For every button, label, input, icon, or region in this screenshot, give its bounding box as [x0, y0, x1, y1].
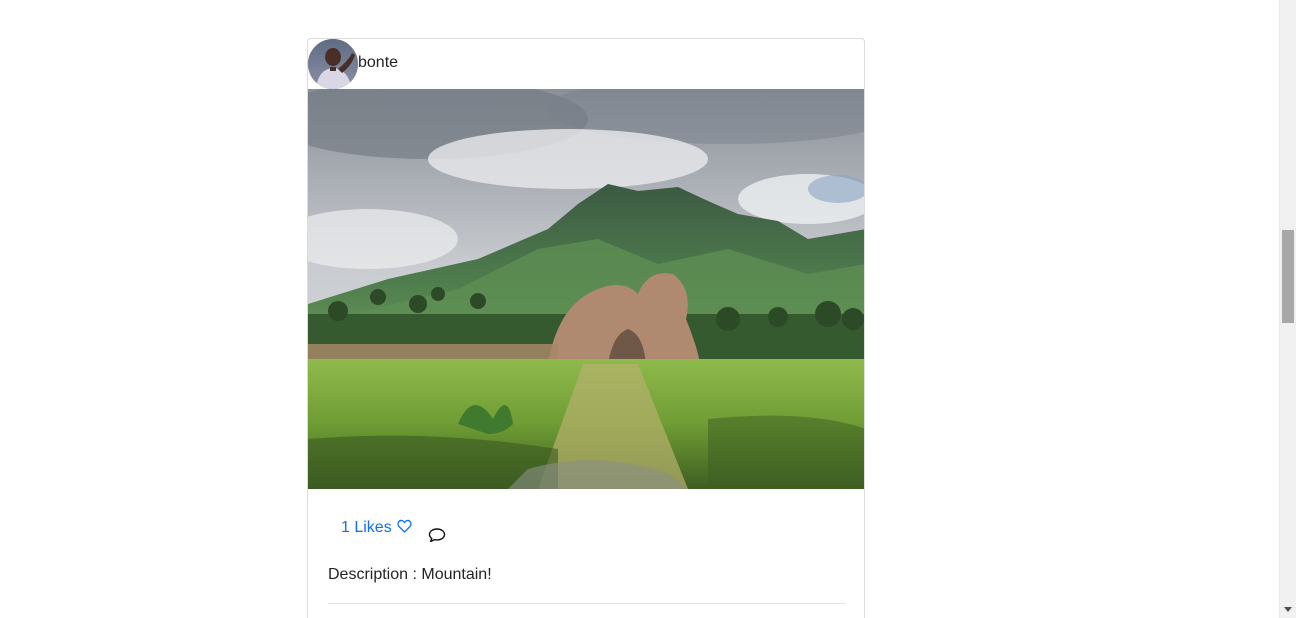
heart-outline-icon[interactable] [396, 518, 413, 541]
avatar-image [308, 39, 358, 89]
mountain-photo [308, 89, 864, 489]
scrollbar-thumb[interactable] [1282, 230, 1294, 323]
page-viewport: bonte 1 Likes Description: Mountain! [0, 0, 1296, 618]
vertical-scrollbar[interactable] [1279, 0, 1296, 618]
post-image[interactable] [308, 89, 864, 489]
post-description: Description : Mountain! [328, 566, 492, 583]
likes-count-label: 1 Likes [341, 519, 392, 536]
post-card: bonte 1 Likes Description: Mountain! [307, 38, 865, 618]
post-header: bonte [308, 39, 864, 89]
likes-link[interactable]: 1 Likes [341, 517, 413, 541]
scroll-down-arrow-icon[interactable] [1284, 607, 1292, 612]
chat-bubble-icon[interactable] [428, 527, 446, 543]
avatar[interactable] [308, 39, 358, 89]
post-username[interactable]: bonte [358, 53, 398, 73]
section-divider [328, 603, 846, 604]
